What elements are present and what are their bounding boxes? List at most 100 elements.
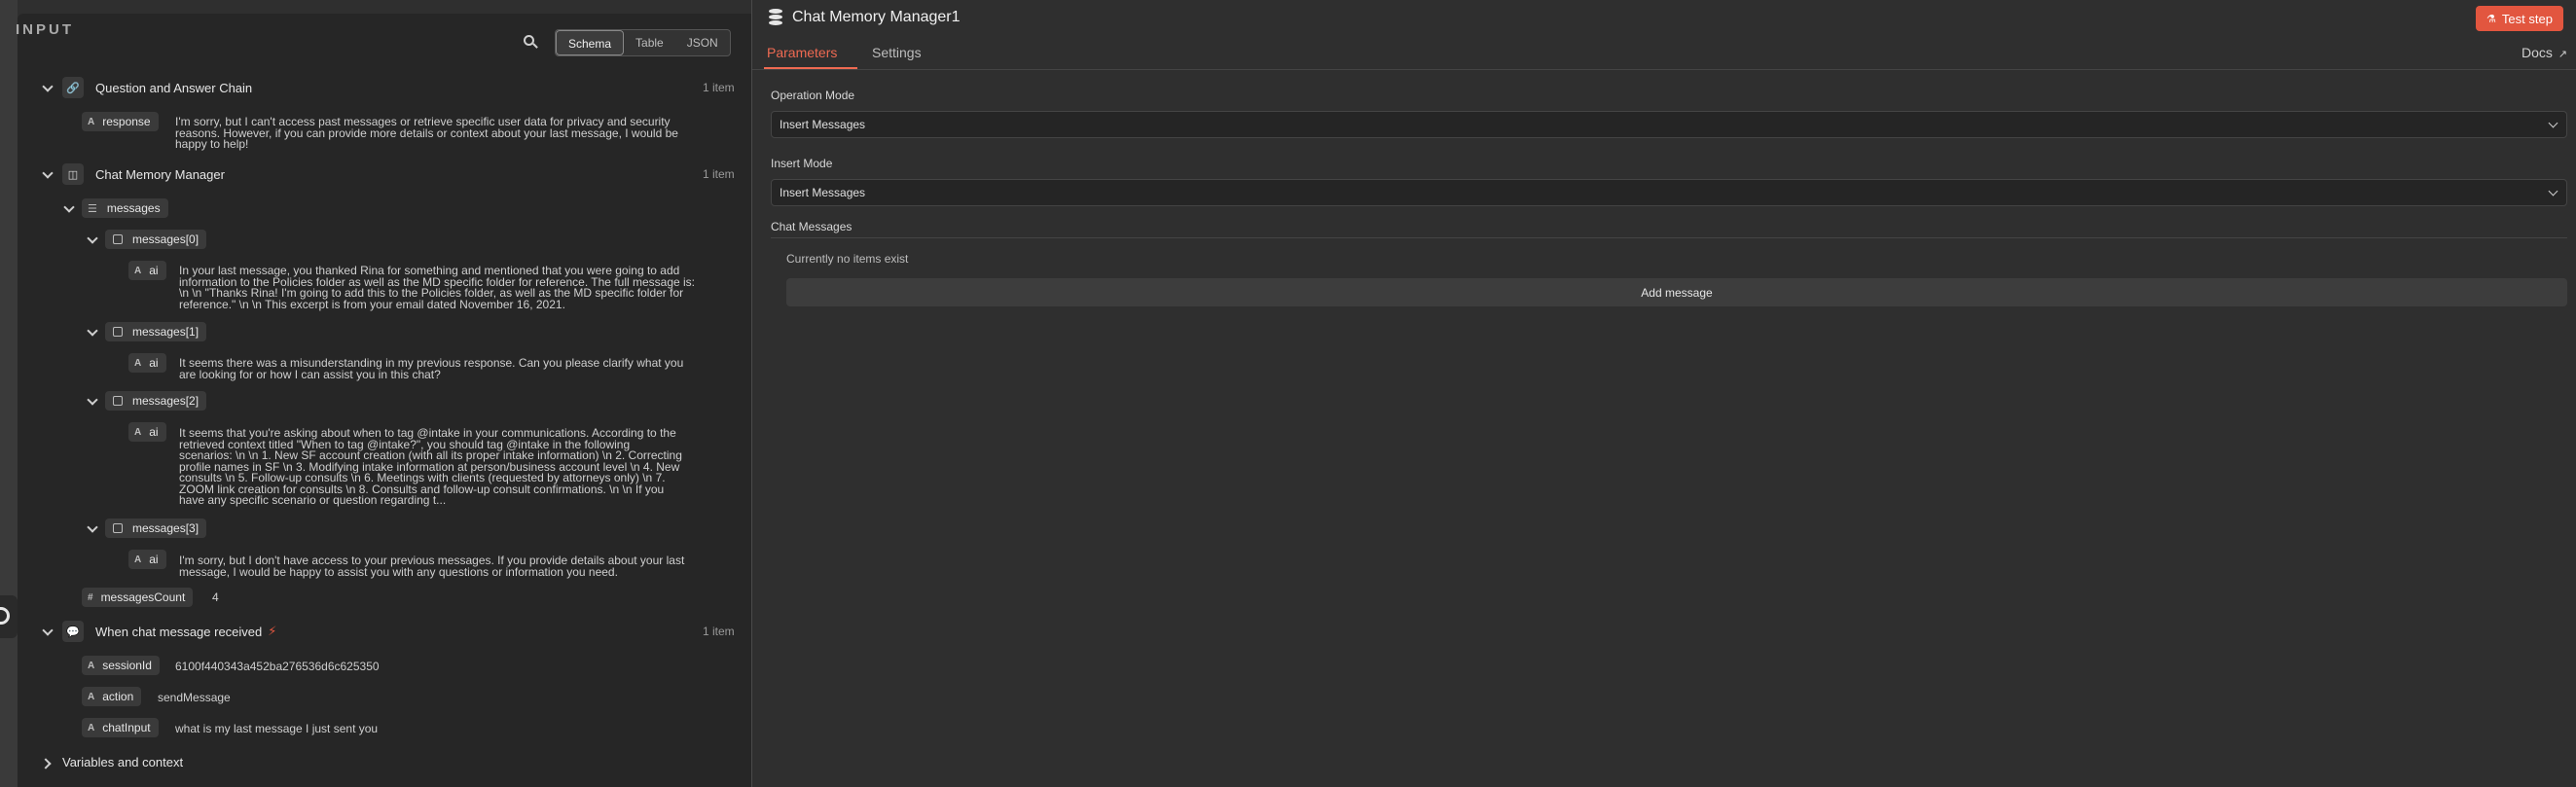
operation-mode-select[interactable]: Insert Messages [771,111,2567,138]
message-value: I'm sorry, but I don't have access to yo… [179,554,684,579]
tab-bar [752,43,2576,70]
field-messages-1[interactable]: messages[1] [88,322,207,341]
node-question-answer-chain[interactable]: 🔗 Question and Answer Chain [43,77,252,98]
chevron-down-icon[interactable] [88,234,97,244]
chevron-down-icon[interactable] [88,523,97,533]
field-ai[interactable]: Aai [128,550,166,569]
tab-parameters[interactable]: Parameters [767,45,837,60]
message-value: It seems that you're asking about when t… [179,427,682,507]
field-label: messages[2] [132,394,200,408]
chevron-right-icon[interactable] [43,758,53,768]
left-strip [0,0,18,787]
value-line: have any specific scenario or question r… [179,493,447,507]
message-value: It seems there was a misunderstanding in… [179,357,683,381]
field-session-id[interactable]: AsessionId [82,656,160,675]
item-count: 1 item [703,625,735,638]
field-label: ai [149,553,159,566]
input-panel-title: INPUT [16,21,74,38]
string-type-icon: A [88,722,95,733]
field-action[interactable]: Aaction [82,687,142,706]
chat-icon: 💬 [62,621,84,642]
chevron-down-icon[interactable] [88,396,97,406]
field-label: messages[1] [132,325,200,339]
tab-settings[interactable]: Settings [872,45,922,60]
node-title: When chat message received [95,624,263,639]
chevron-down-icon[interactable] [43,169,53,179]
field-response[interactable]: Aresponse [82,112,159,131]
object-icon [113,327,123,337]
field-messages-count[interactable]: # messagesCount [82,588,194,607]
trigger-bolt-icon: ⚡ [268,624,277,638]
value-line: reference." \n \n This excerpt is from y… [179,297,565,311]
insert-mode-label: Insert Mode [771,157,833,170]
chevron-down-icon [2548,118,2558,128]
chevron-down-icon[interactable] [88,327,97,337]
field-label: messages [106,201,161,215]
field-ai[interactable]: Aai [128,353,166,373]
field-label: chatInput [102,721,151,734]
field-messages-3[interactable]: messages[3] [88,519,207,538]
field-ai[interactable]: Aai [128,422,166,442]
field-messages[interactable]: ☰ messages [64,198,168,218]
field-label: messages[3] [132,521,200,535]
view-table-button[interactable]: Table [624,30,675,55]
number-type-icon: # [88,591,93,603]
field-messages-2[interactable]: messages[2] [88,391,207,411]
test-step-button[interactable]: ⚗ Test step [2476,6,2563,31]
field-label: ai [149,425,159,439]
active-tab-indicator [764,67,857,69]
node-when-chat-message-received[interactable]: 💬 When chat message received ⚡ [43,621,276,642]
chevron-down-icon[interactable] [64,203,74,213]
node-chat-memory-manager[interactable]: ◫ Chat Memory Manager [43,163,225,185]
value-line: message, I would be happy to assist you … [179,564,618,579]
string-type-icon: A [88,116,95,127]
chat-input-value: what is my last message I just sent you [175,722,379,735]
insert-mode-select[interactable]: Insert Messages [771,179,2567,206]
handle-icon [0,607,10,625]
item-count: 1 item [703,167,735,181]
session-id-value: 6100f440343a452ba276536d6c625350 [175,660,380,673]
field-label: messagesCount [100,590,186,604]
canvas-drag-handle[interactable] [0,595,18,638]
section-divider [771,237,2567,238]
view-schema-button[interactable]: Schema [556,30,625,55]
node-title: Question and Answer Chain [95,80,253,95]
string-type-icon: A [134,554,142,565]
docs-link[interactable]: Docs ↗ [2522,45,2567,60]
value-line: reasons. However, if you can provide mor… [175,125,678,140]
database-icon [769,9,782,26]
chat-messages-label: Chat Messages [771,220,853,233]
chevron-down-icon[interactable] [43,83,53,92]
string-type-icon: A [134,265,142,276]
string-type-icon: A [134,426,142,438]
chevron-down-icon[interactable] [43,626,53,636]
field-ai[interactable]: Aai [128,261,166,280]
field-label: response [102,115,151,128]
node-name[interactable]: Chat Memory Manager1 [792,9,961,26]
value-line: are looking for or how I can assist you … [179,367,441,381]
panel-divider[interactable] [751,0,752,787]
value-line: happy to help! [175,137,249,151]
add-message-button[interactable]: Add message [786,278,2567,306]
insert-mode-value: Insert Messages [780,186,866,199]
test-step-label: Test step [2501,11,2553,26]
search-icon[interactable] [524,35,538,49]
database-icon: ◫ [62,163,84,185]
flask-icon: ⚗ [2486,13,2496,25]
object-icon [113,234,123,244]
empty-state-text: Currently no items exist [786,252,909,266]
string-type-icon: A [88,691,95,702]
view-json-button[interactable]: JSON [675,30,730,55]
message-value: In your last message, you thanked Rina f… [179,265,695,311]
field-chat-input[interactable]: AchatInput [82,718,159,737]
variables-and-context[interactable]: Variables and context [43,755,183,769]
field-label: messages[0] [132,233,200,246]
field-label: action [102,690,134,703]
field-messages-0[interactable]: messages[0] [88,230,207,249]
list-icon: ☰ [88,202,97,215]
string-type-icon: A [88,660,95,671]
chevron-down-icon [2548,186,2558,197]
external-link-icon: ↗ [2558,49,2568,60]
item-count: 1 item [703,81,735,94]
field-label: ai [149,356,159,370]
